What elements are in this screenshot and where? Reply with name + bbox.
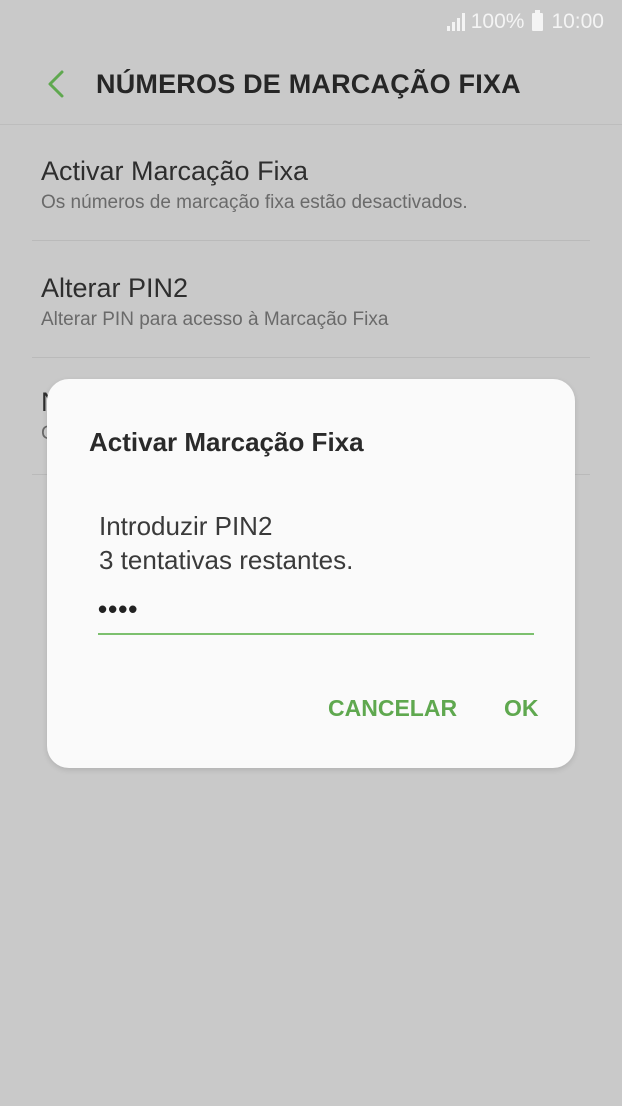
page-title: NÚMEROS DE MARCAÇÃO FIXA [96, 68, 521, 99]
back-button[interactable] [30, 54, 82, 114]
setting-title: Activar Marcação Fixa [41, 156, 309, 186]
attempts-remaining: 3 tentativas restantes. [99, 545, 354, 575]
setting-title: Alterar PIN2 [41, 273, 189, 303]
battery-percentage: 100% [470, 10, 525, 33]
setting-subtitle: Alterar PIN para acesso à Marcação Fixa [41, 309, 389, 330]
clock: 10:00 [551, 10, 604, 33]
setting-subtitle: Os números de marcação fixa estão desact… [41, 192, 468, 213]
pin-label: Introduzir PIN2 [99, 511, 273, 541]
setting-alterar-pin2[interactable]: Alterar PIN2 Alterar PIN para acesso à M… [32, 241, 590, 358]
battery-icon [532, 10, 544, 31]
ok-button[interactable]: OK [504, 695, 539, 722]
setting-activar-marcacao-fixa[interactable]: Activar Marcação Fixa Os números de marc… [32, 125, 590, 241]
chevron-left-icon [48, 70, 64, 98]
dialog-title: Activar Marcação Fixa [89, 427, 364, 457]
status-bar: 100% 10:00 [0, 0, 622, 44]
app-bar: NÚMEROS DE MARCAÇÃO FIXA [0, 44, 622, 125]
cancel-button[interactable]: CANCELAR [328, 695, 457, 722]
pin-input[interactable] [98, 585, 534, 635]
pin-dialog: Activar Marcação Fixa Introduzir PIN2 3 … [47, 379, 575, 768]
signal-icon [446, 13, 465, 31]
